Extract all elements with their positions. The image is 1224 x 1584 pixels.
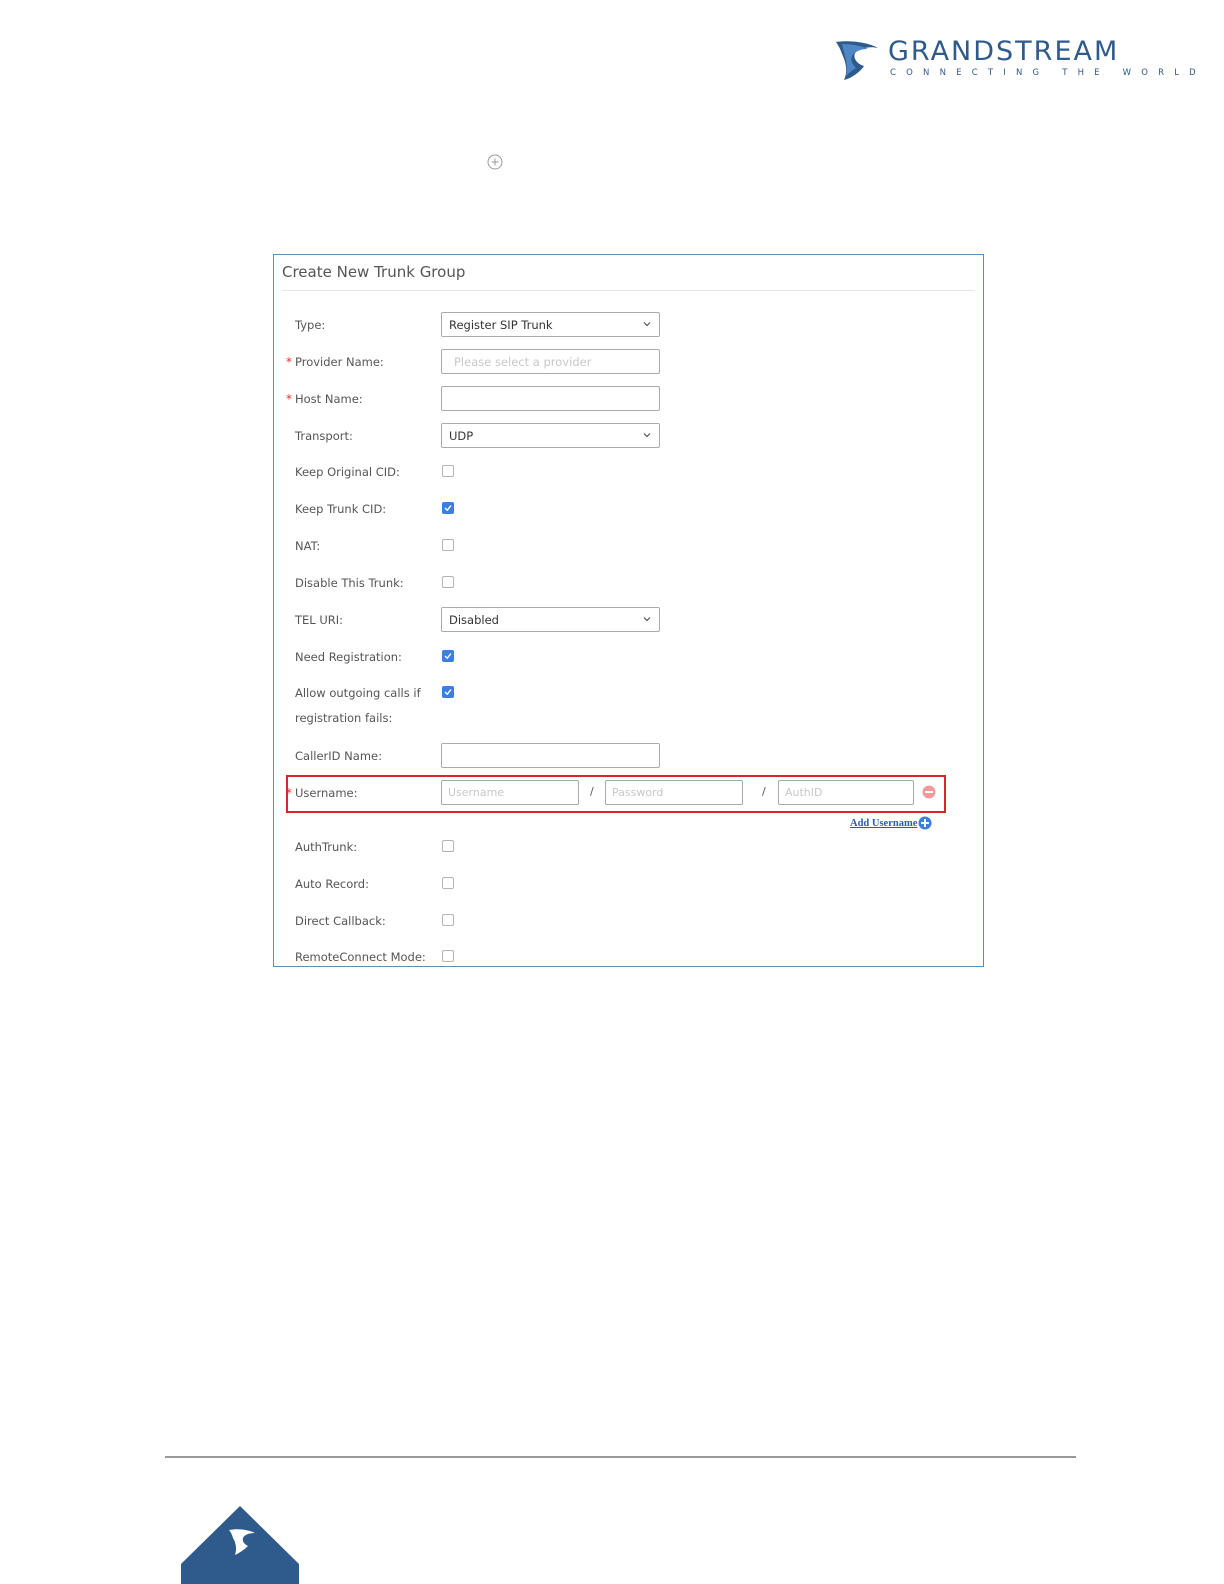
add-username-icon[interactable] bbox=[918, 816, 932, 830]
separator: / bbox=[590, 785, 594, 798]
transport-value: UDP bbox=[449, 429, 474, 443]
password-placeholder: Password bbox=[612, 786, 664, 799]
allow-outgoing-checkbox[interactable] bbox=[442, 686, 454, 698]
authid-input[interactable]: AuthID bbox=[778, 780, 914, 805]
auth-trunk-label: AuthTrunk: bbox=[295, 840, 358, 854]
authid-placeholder: AuthID bbox=[785, 786, 823, 799]
chevron-down-icon bbox=[643, 617, 651, 622]
host-name-input[interactable] bbox=[441, 386, 660, 411]
provider-name-placeholder: Please select a provider bbox=[454, 355, 592, 369]
direct-callback-checkbox[interactable] bbox=[442, 914, 454, 926]
disable-trunk-label: Disable This Trunk: bbox=[295, 576, 404, 590]
allow-outgoing-label-line2: registration fails: bbox=[295, 711, 393, 725]
required-marker: * bbox=[286, 786, 292, 800]
username-placeholder: Username bbox=[448, 786, 505, 799]
brand-tagline: CONNECTING THE WORLD bbox=[890, 68, 1206, 78]
auth-trunk-checkbox[interactable] bbox=[442, 840, 454, 852]
transport-label: Transport: bbox=[295, 429, 353, 443]
grandstream-logo: GRANDSTREAM CONNECTING THE WORLD bbox=[834, 36, 1196, 86]
keep-trunk-cid-label: Keep Trunk CID: bbox=[295, 502, 387, 516]
keep-original-cid-label: Keep Original CID: bbox=[295, 465, 400, 479]
remote-connect-checkbox[interactable] bbox=[442, 950, 454, 962]
auto-record-checkbox[interactable] bbox=[442, 877, 454, 889]
chevron-down-icon bbox=[643, 433, 651, 438]
disable-trunk-checkbox[interactable] bbox=[442, 576, 454, 588]
add-username-link[interactable]: Add Username bbox=[850, 818, 917, 829]
need-registration-label: Need Registration: bbox=[295, 650, 402, 664]
checkmark-icon bbox=[444, 653, 452, 660]
footer-rule bbox=[165, 1456, 1076, 1458]
callerid-name-label: CallerID Name: bbox=[295, 749, 382, 763]
keep-trunk-cid-checkbox[interactable] bbox=[442, 502, 454, 514]
password-input[interactable]: Password bbox=[605, 780, 743, 805]
row-username: * Username: Username / Password / AuthID bbox=[274, 780, 974, 806]
required-marker: * bbox=[286, 355, 292, 369]
remove-username-icon[interactable] bbox=[922, 785, 936, 799]
host-name-label: Host Name: bbox=[295, 392, 363, 406]
separator: / bbox=[762, 785, 766, 798]
provider-name-input[interactable]: Please select a provider bbox=[441, 349, 660, 374]
direct-callback-label: Direct Callback: bbox=[295, 914, 386, 928]
username-label: Username: bbox=[295, 786, 358, 800]
add-circle-icon[interactable] bbox=[487, 154, 503, 170]
type-select[interactable]: Register SIP Trunk bbox=[441, 312, 660, 337]
username-input[interactable]: Username bbox=[441, 780, 579, 805]
tel-uri-select[interactable]: Disabled bbox=[441, 607, 660, 632]
keep-original-cid-checkbox[interactable] bbox=[442, 465, 454, 477]
nat-label: NAT: bbox=[295, 539, 321, 553]
nat-checkbox[interactable] bbox=[442, 539, 454, 551]
transport-select[interactable]: UDP bbox=[441, 423, 660, 448]
tel-uri-value: Disabled bbox=[449, 613, 499, 627]
remote-connect-label: RemoteConnect Mode: bbox=[295, 950, 426, 964]
chevron-down-icon bbox=[643, 322, 651, 327]
checkmark-icon bbox=[444, 689, 452, 696]
type-label: Type: bbox=[295, 318, 326, 332]
brand-name: GRANDSTREAM bbox=[888, 36, 1120, 67]
divider bbox=[282, 290, 975, 291]
need-registration-checkbox[interactable] bbox=[442, 650, 454, 662]
create-trunk-group-panel: Create New Trunk Group Type: Register SI… bbox=[273, 254, 984, 967]
callerid-name-input[interactable] bbox=[441, 743, 660, 768]
type-value: Register SIP Trunk bbox=[449, 318, 553, 332]
grandstream-logo-mark-icon bbox=[836, 41, 878, 80]
tel-uri-label: TEL URI: bbox=[295, 613, 344, 627]
auto-record-label: Auto Record: bbox=[295, 877, 369, 891]
allow-outgoing-label-line1: Allow outgoing calls if bbox=[295, 686, 421, 700]
footer-logo-icon bbox=[181, 1506, 299, 1584]
provider-name-label: Provider Name: bbox=[295, 355, 384, 369]
required-marker: * bbox=[286, 392, 292, 406]
checkmark-icon bbox=[444, 505, 452, 512]
panel-title: Create New Trunk Group bbox=[282, 263, 466, 281]
